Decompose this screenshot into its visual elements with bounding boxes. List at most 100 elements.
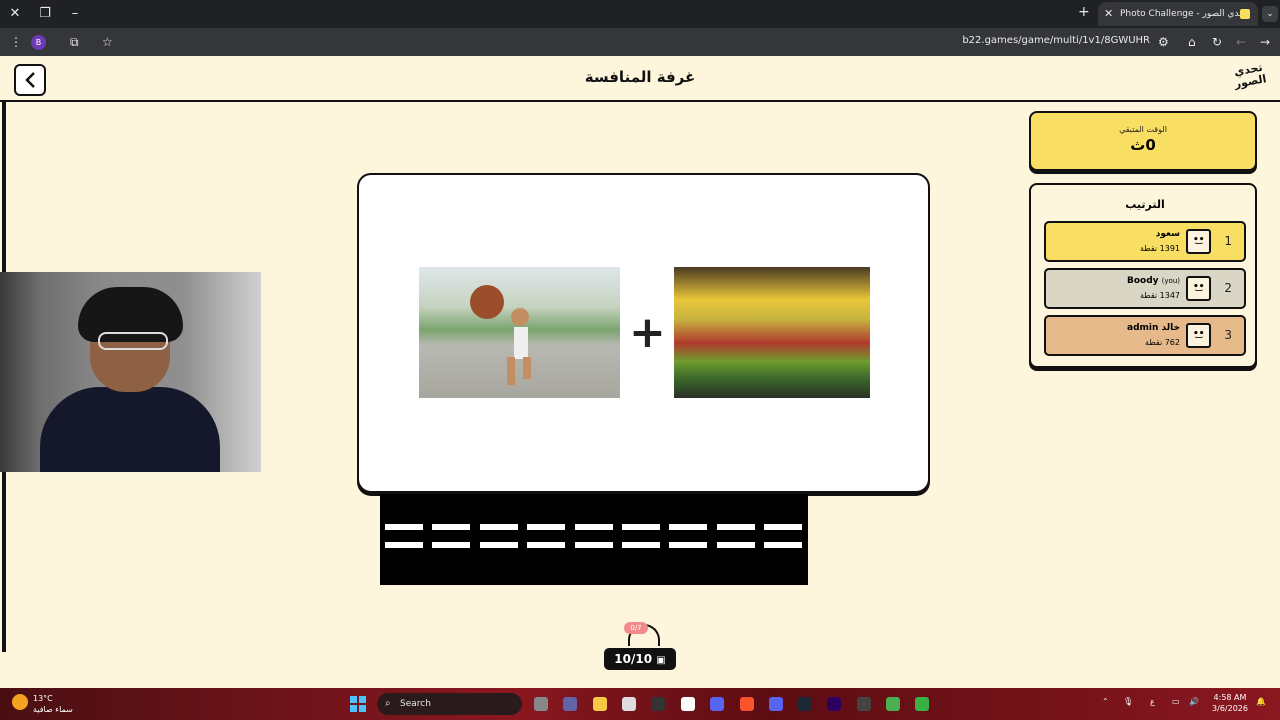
image-icon: ▣: [656, 655, 666, 666]
player-avatar: •͜•: [1186, 276, 1211, 301]
tab-close-icon[interactable]: ✕: [1104, 2, 1113, 26]
answer-slot[interactable]: [432, 524, 470, 530]
answer-slot[interactable]: [764, 524, 802, 530]
avatar-face-icon: •͜•: [1193, 235, 1205, 245]
player-points: 1347 نقطة: [1139, 291, 1180, 300]
extensions-icon[interactable]: ⧉: [70, 34, 79, 50]
search-icon: ⌕: [385, 698, 391, 709]
player-name: خالد admin: [1127, 323, 1180, 333]
steam-icon[interactable]: [798, 697, 812, 711]
player-name-text: Boody: [1126, 276, 1159, 286]
teams-icon[interactable]: [563, 697, 577, 711]
reload-icon[interactable]: ↻: [1212, 34, 1222, 50]
weather-description[interactable]: سماء صافية: [33, 705, 73, 714]
boy-ball-illustration: [470, 285, 531, 385]
task-view-icon[interactable]: [534, 697, 548, 711]
logo[interactable]: تحدي الصور: [1228, 61, 1273, 97]
question-progress: 10/10 ▣: [604, 648, 676, 670]
answer-slot[interactable]: [669, 542, 707, 548]
timer-value: 0ث: [1130, 136, 1156, 154]
site-settings-icon[interactable]: ⚙: [1158, 34, 1169, 50]
microphone-icon[interactable]: 🎙: [1123, 697, 1133, 706]
obs-icon[interactable]: [857, 697, 871, 711]
answer-slot[interactable]: [575, 524, 613, 530]
browser-tab-strip: ✕ ❐ – + ✕ Photo Challenge - تحدي الصور ⌄: [0, 0, 1280, 28]
puzzle-photo-boy-ball: [419, 267, 620, 398]
xbox-icon[interactable]: [681, 697, 695, 711]
ranking-card: الترتيب 1 •͜• سعود 1391 نقطة 2 •͜• Boody…: [1029, 183, 1257, 368]
tab-favicon-icon: [1240, 9, 1250, 19]
answer-slot[interactable]: [575, 542, 613, 548]
page-title: غرفة المنافسة: [584, 68, 696, 86]
input-language[interactable]: ع: [1150, 697, 1155, 706]
player-name: سعود: [1155, 229, 1180, 239]
answer-slot[interactable]: [385, 524, 423, 530]
answer-slot[interactable]: [480, 524, 518, 530]
epic-games-icon[interactable]: [651, 697, 665, 711]
tab-search-icon[interactable]: ⌄: [1262, 6, 1278, 22]
player-name: Boody (you): [1127, 276, 1180, 286]
forward-icon[interactable]: ←: [1236, 34, 1246, 50]
answer-slot[interactable]: [717, 524, 755, 530]
weather-temperature[interactable]: 13°C: [33, 694, 53, 703]
store-icon[interactable]: [622, 697, 636, 711]
answer-slot[interactable]: [717, 542, 755, 548]
answer-slot[interactable]: [622, 542, 660, 548]
webcam-glasses: [98, 332, 168, 350]
player-avatar: •͜•: [1186, 229, 1211, 254]
player-points: 1391 نقطة: [1139, 244, 1180, 253]
discord-canary-icon[interactable]: [769, 697, 783, 711]
window-close-icon[interactable]: ✕: [4, 4, 26, 24]
answer-slot[interactable]: [432, 542, 470, 548]
home-icon[interactable]: ⌂: [1188, 34, 1196, 50]
window-restore-icon[interactable]: ❐: [34, 4, 56, 24]
progress-value: 10/10: [614, 652, 653, 666]
tab-title: Photo Challenge - تحدي الصور: [1120, 9, 1248, 19]
network-icon[interactable]: ▭: [1172, 697, 1180, 706]
new-tab-icon[interactable]: +: [1078, 4, 1090, 20]
discord-icon[interactable]: [710, 697, 724, 711]
premiere-pro-icon[interactable]: [827, 697, 841, 711]
notification-bell-icon[interactable]: 🔔: [1256, 697, 1266, 706]
webcam-person-body: [40, 387, 220, 472]
volume-icon[interactable]: 🔊: [1189, 697, 1199, 706]
window-minimize-icon[interactable]: –: [64, 4, 86, 24]
taskbar-search[interactable]: ⌕ Search: [377, 693, 522, 715]
ranking-row: 2 •͜• Boody (you) 1347 نقطة: [1044, 268, 1246, 309]
browser-tab[interactable]: ✕ Photo Challenge - تحدي الصور: [1098, 2, 1258, 26]
minecraft-icon[interactable]: [915, 697, 929, 711]
tray-overflow-icon[interactable]: ⌃: [1102, 697, 1109, 706]
you-tag: (you): [1161, 277, 1180, 285]
chrome-icon[interactable]: [886, 697, 900, 711]
hint-count-badge: 0/7: [624, 622, 648, 634]
clock-date[interactable]: 3/6/2026: [1208, 704, 1252, 713]
rank-number: 1: [1224, 234, 1232, 248]
avatar-face-icon: •͜•: [1193, 329, 1205, 339]
answer-slot[interactable]: [480, 542, 518, 548]
back-button[interactable]: [14, 64, 46, 96]
back-icon[interactable]: →: [1260, 34, 1270, 50]
weather-icon[interactable]: [12, 694, 28, 710]
profile-avatar[interactable]: B: [31, 35, 46, 50]
windows-taskbar: 13°C سماء صافية ⌕ Search ⌃ 🎙 ع ▭ 🔊 4:58 …: [0, 688, 1280, 720]
clock-time[interactable]: 4:58 AM: [1210, 693, 1250, 702]
address-bar[interactable]: b22.games/game/multi/1v1/8GWUHR: [962, 35, 1150, 46]
brave-icon[interactable]: [740, 697, 754, 711]
webcam-overlay: [0, 272, 261, 472]
answer-slots-panel[interactable]: [380, 494, 808, 585]
answer-slot[interactable]: [669, 524, 707, 530]
menu-dots-icon[interactable]: ⋮: [10, 34, 22, 50]
answer-slot[interactable]: [385, 542, 423, 548]
answer-slot[interactable]: [764, 542, 802, 548]
file-explorer-icon[interactable]: [593, 697, 607, 711]
puzzle-card: +: [357, 173, 930, 493]
answer-slot[interactable]: [527, 524, 565, 530]
ranking-row: 3 •͜• خالد admin 762 نقطة: [1044, 315, 1246, 356]
ranking-row: 1 •͜• سعود 1391 نقطة: [1044, 221, 1246, 262]
avatar-face-icon: •͜•: [1193, 282, 1205, 292]
search-label: Search: [400, 699, 431, 709]
start-icon[interactable]: [350, 696, 366, 712]
bookmark-star-icon[interactable]: ☆: [102, 34, 113, 50]
answer-slot[interactable]: [527, 542, 565, 548]
answer-slot[interactable]: [622, 524, 660, 530]
